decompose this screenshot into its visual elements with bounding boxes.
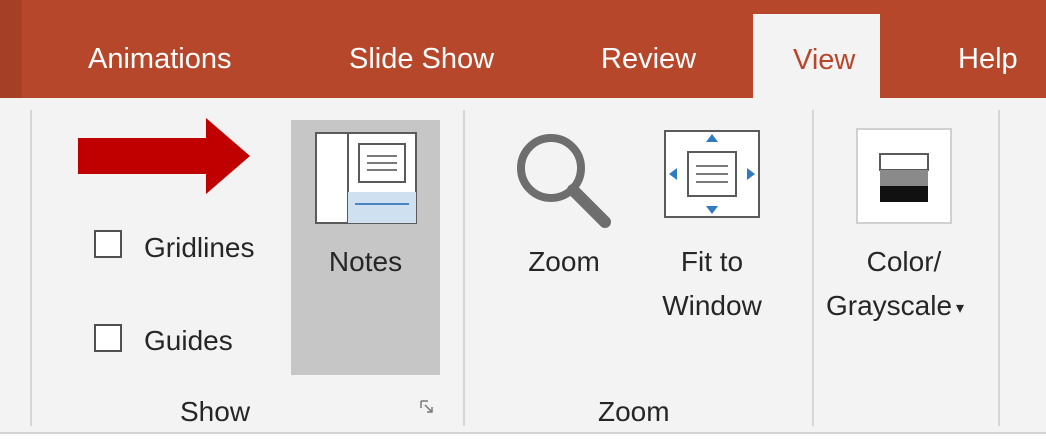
guides-label: Guides	[144, 325, 233, 356]
color-grayscale-label: Grayscale	[826, 290, 953, 321]
gridlines-label: Gridlines	[144, 232, 255, 263]
grayscale-icon[interactable]	[856, 128, 952, 224]
notes-pane-icon	[315, 132, 417, 224]
group-separator	[463, 110, 465, 426]
tab-review[interactable]: Review	[601, 0, 696, 98]
zoom-button-label[interactable]: Zoom	[508, 246, 620, 278]
chevron-down-icon: ▾	[956, 299, 965, 317]
fit-to-window-line2[interactable]: Window	[640, 290, 784, 322]
color-grayscale-line2[interactable]: Grayscale ▾	[826, 290, 964, 322]
content-area-strip	[0, 434, 1046, 446]
fit-to-window-line1[interactable]: Fit to	[640, 246, 784, 278]
magnifier-icon[interactable]	[513, 130, 613, 230]
red-arrow-annotation	[78, 118, 250, 194]
show-group-label: Show	[180, 396, 251, 427]
zoom-group-label: Zoom	[598, 396, 670, 427]
gridlines-checkbox[interactable]	[94, 230, 122, 258]
tab-bar-left-edge	[0, 0, 22, 98]
tab-view[interactable]: View	[753, 14, 880, 98]
group-separator	[998, 110, 1000, 426]
guides-checkbox[interactable]	[94, 324, 122, 352]
ribbon-tab-bar: Animations Slide Show Review View Help	[0, 0, 1046, 98]
dialog-launcher-icon[interactable]	[420, 400, 434, 414]
notes-label: Notes	[328, 246, 403, 277]
group-separator	[30, 110, 32, 426]
tab-animations[interactable]: Animations	[88, 0, 231, 98]
tab-help[interactable]: Help	[958, 0, 1018, 98]
fit-window-icon[interactable]	[664, 130, 760, 218]
color-grayscale-line1[interactable]: Color/	[818, 246, 990, 278]
tab-slide-show[interactable]: Slide Show	[349, 0, 494, 98]
group-separator	[812, 110, 814, 426]
